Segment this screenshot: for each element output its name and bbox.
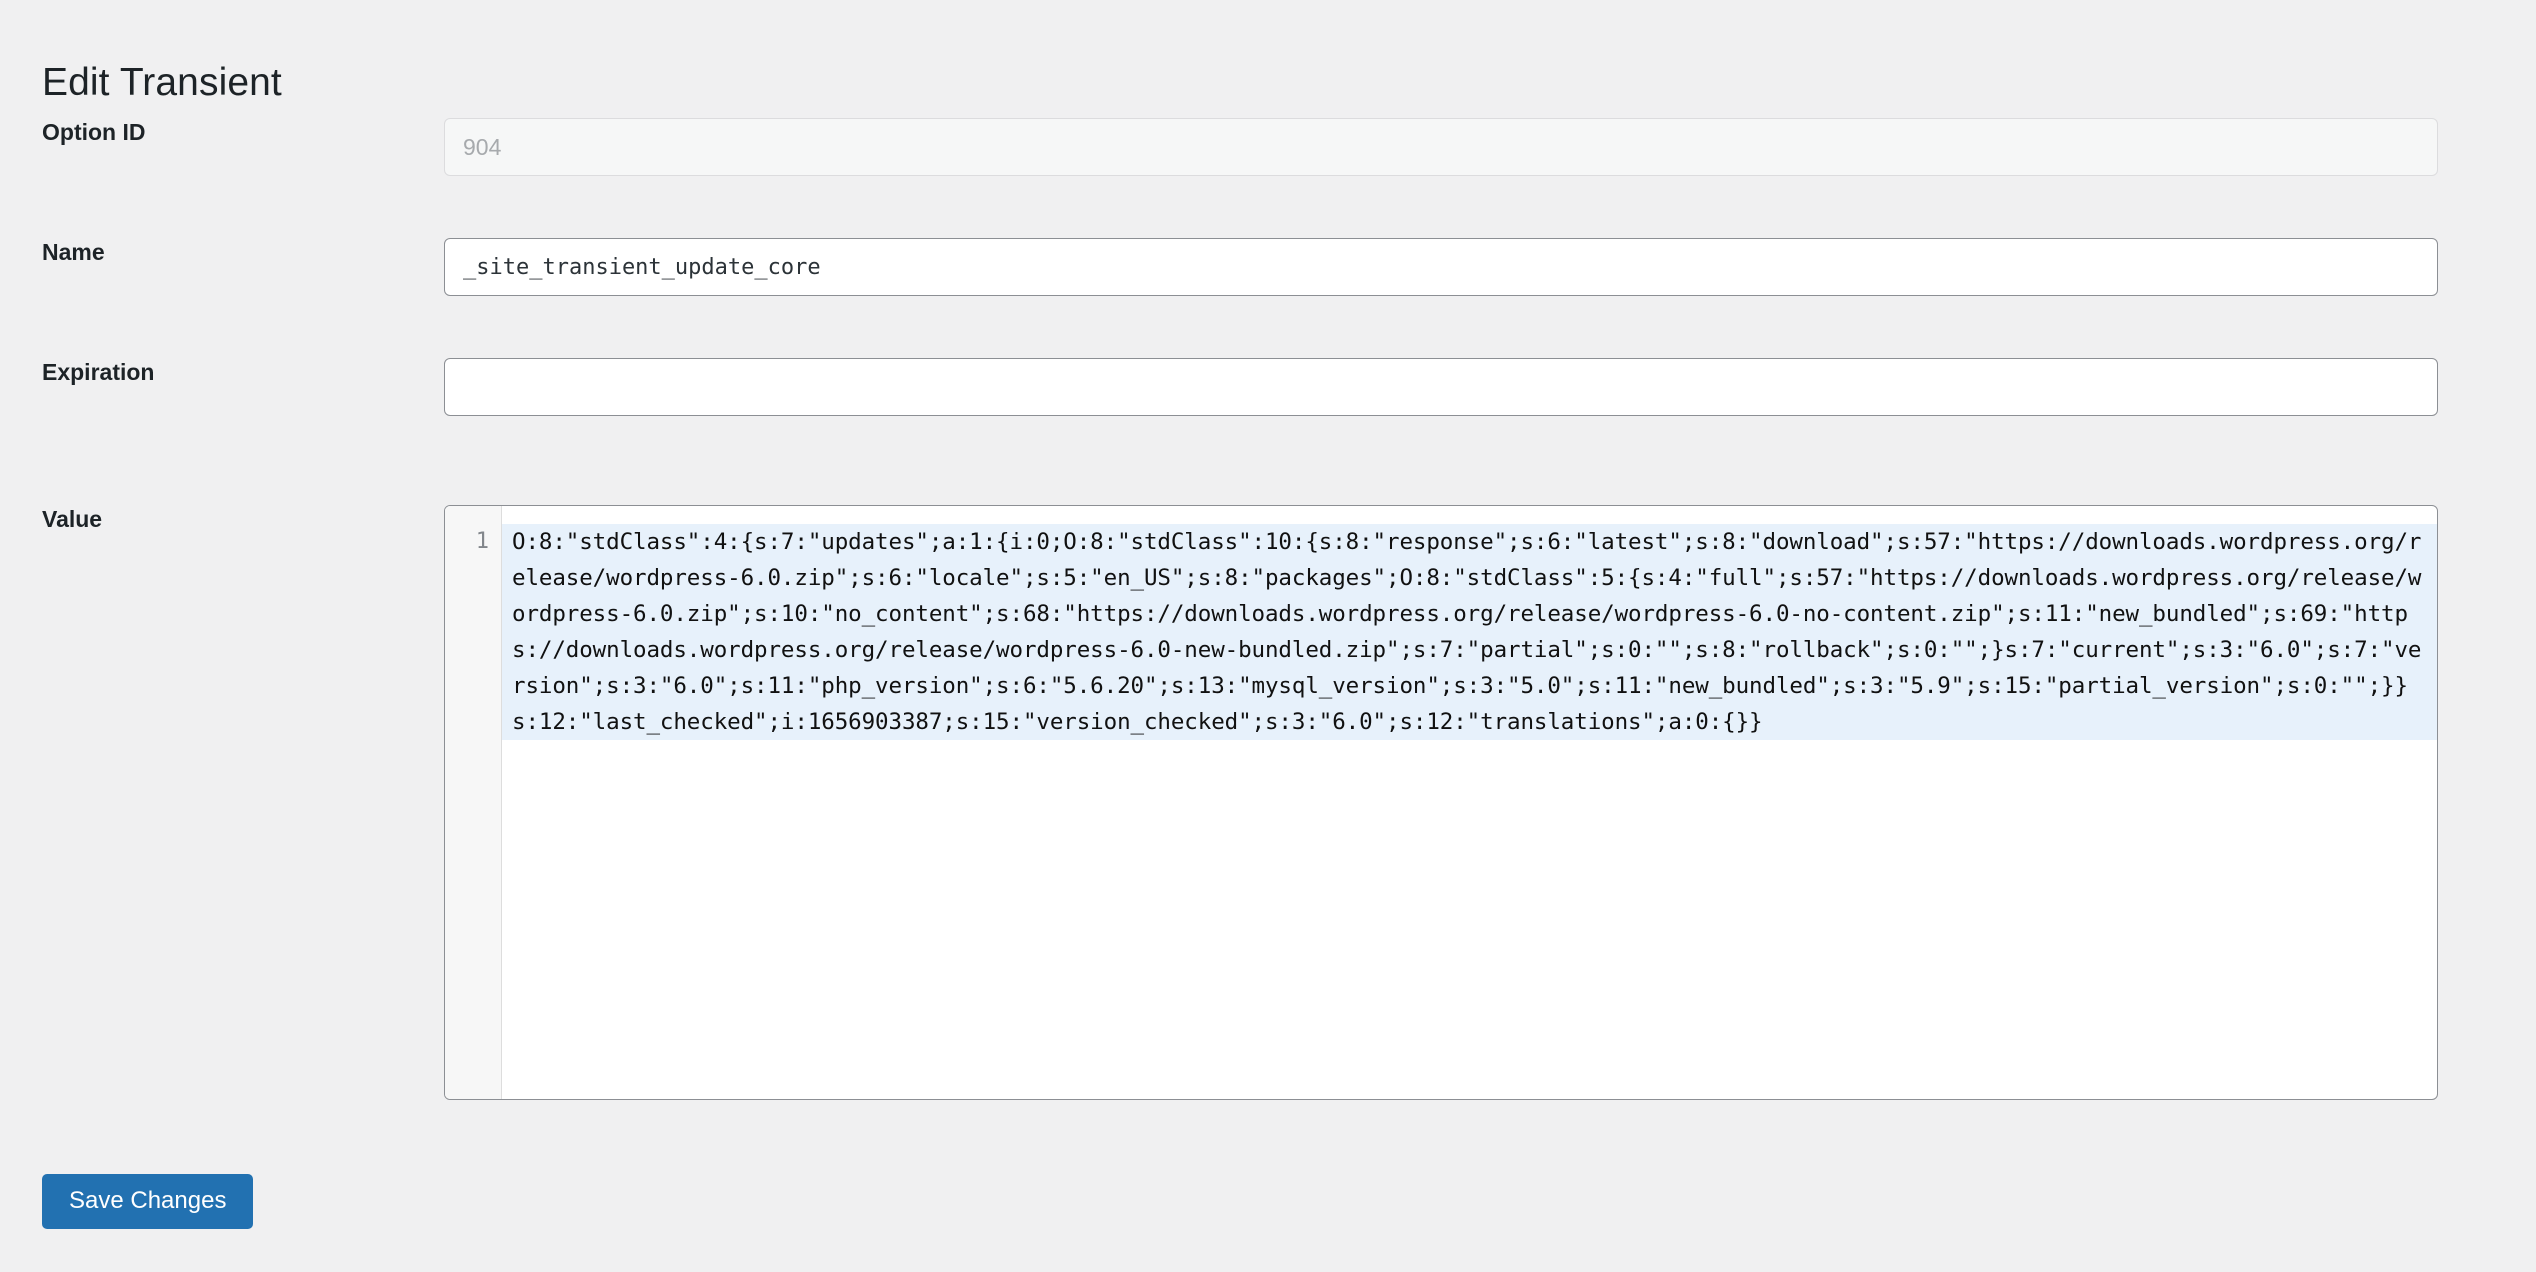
value-code-editor[interactable]: 1 O:8:"stdClass":4:{s:7:"updates";a:1:{i… — [444, 505, 2438, 1100]
page-title: Edit Transient — [42, 61, 282, 105]
expiration-control — [444, 358, 2438, 416]
expiration-input[interactable] — [444, 358, 2438, 416]
name-row: Name — [0, 238, 2536, 296]
editor-code-line[interactable]: O:8:"stdClass":4:{s:7:"updates";a:1:{i:0… — [502, 524, 2437, 740]
name-label: Name — [42, 239, 105, 265]
editor-line-number: 1 — [475, 529, 489, 554]
option-id-control — [444, 118, 2438, 176]
editor-gutter: 1 — [445, 506, 502, 1099]
value-row: Value 1 O:8:"stdClass":4:{s:7:"updates";… — [0, 505, 2536, 1100]
name-control — [444, 238, 2438, 296]
value-label: Value — [42, 506, 103, 532]
edit-transient-page: Edit Transient Option ID Name Expiration… — [0, 0, 2536, 1272]
expiration-row: Expiration — [0, 358, 2536, 416]
expiration-label: Expiration — [42, 359, 155, 385]
name-input[interactable] — [444, 238, 2438, 296]
value-control: 1 O:8:"stdClass":4:{s:7:"updates";a:1:{i… — [444, 505, 2438, 1100]
option-id-row: Option ID — [0, 118, 2536, 176]
save-changes-button[interactable]: Save Changes — [42, 1174, 254, 1229]
editor-code-area[interactable]: O:8:"stdClass":4:{s:7:"updates";a:1:{i:0… — [502, 506, 2437, 1099]
option-id-input — [444, 118, 2438, 176]
option-id-label: Option ID — [42, 119, 146, 145]
